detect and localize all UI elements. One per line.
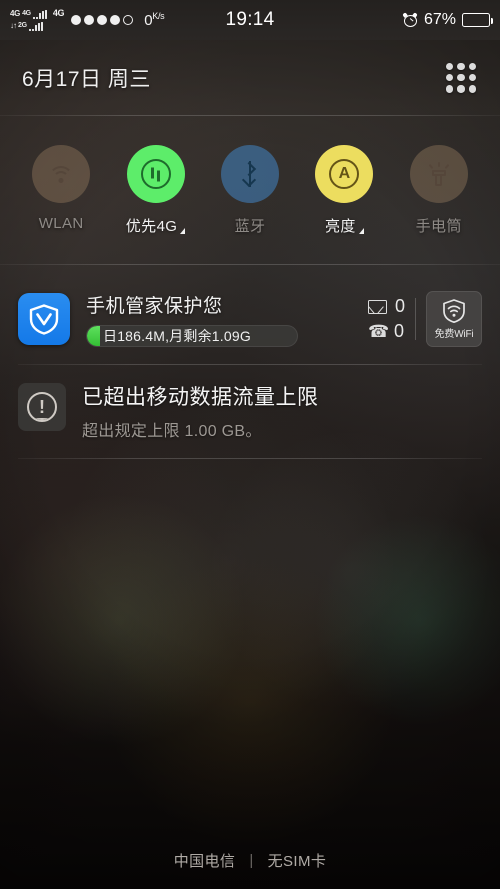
free-wifi-button[interactable]: 免费WiFi — [426, 291, 482, 347]
toggles-divider — [0, 264, 500, 265]
notification-body: 超出规定上限 1.00 GB。 — [82, 423, 262, 440]
sim1-network-label-2: 4G — [22, 10, 31, 17]
flashlight-toggle-circle[interactable] — [409, 145, 468, 203]
sim1-network-label: 4G — [10, 9, 21, 18]
data-usage-label: 日186.4M,月剩余1.09G — [103, 328, 251, 344]
toggle-mobile-data-text: 优先4G — [125, 218, 178, 235]
network-speed-unit: K/s — [152, 11, 165, 21]
sim1-signal-bars — [32, 10, 47, 19]
date-label: 6月17日 周三 — [22, 67, 151, 91]
toggle-label-brightness: 亮度 — [325, 215, 364, 236]
mobile-data-icon — [140, 159, 171, 189]
security-manager-card[interactable]: 手机管家保护您 日186.4M,月剩余1.09G 0 ☎ 0 免费WiFi — [0, 278, 500, 360]
toggle-brightness[interactable]: A 亮度 — [301, 145, 387, 236]
notification-title: 已超出移动数据流量上限 — [82, 386, 319, 409]
card-vertical-divider — [415, 298, 416, 340]
carrier-name: 中国电信 — [173, 853, 236, 870]
sim2-signal-row: ↓↑ 2G — [10, 21, 47, 31]
network-speed-indicator: 0K/s — [144, 11, 164, 29]
toggle-mobile-data[interactable]: 优先4G — [113, 145, 199, 236]
dual-sim-signal-indicator: 4G 4G ↓↑ 2G — [10, 9, 47, 31]
quick-settings-toggles: WLAN 优先4G 蓝牙 A 亮度 手电筒 — [0, 125, 500, 260]
sim1-signal-row: 4G 4G — [10, 9, 47, 19]
message-call-counters: 0 ☎ 0 — [367, 296, 405, 342]
status-bar: 4G 4G ↓↑ 2G 4G 0K/s 19:14 67% — [0, 0, 500, 40]
header-divider — [0, 115, 500, 116]
brightness-toggle-circle[interactable]: A — [315, 145, 374, 203]
flashlight-icon — [428, 162, 450, 186]
bluetooth-toggle-circle[interactable] — [220, 145, 279, 203]
wifi-icon — [48, 164, 74, 184]
toggle-flashlight[interactable]: 手电筒 — [396, 145, 482, 236]
status-bar-right: 67% — [402, 11, 493, 29]
alert-exclamation-icon: ! — [18, 383, 66, 431]
phone-icon: ☎ — [367, 321, 390, 341]
signal-dots-indicator — [71, 15, 134, 25]
toggle-label-flashlight: 手电筒 — [416, 215, 462, 236]
tencent-manager-shield-icon — [18, 293, 70, 345]
battery-percentage-label: 67% — [423, 11, 456, 28]
carrier-status-footer: 中国电信 | 无SIM卡 — [0, 850, 500, 871]
toggle-bluetooth[interactable]: 蓝牙 — [207, 145, 293, 236]
free-wifi-label: 免费WiFi — [434, 329, 474, 340]
notification-item-data-limit[interactable]: ! 已超出移动数据流量上限 超出规定上限 1.00 GB。 — [0, 375, 500, 453]
wifi-shield-icon — [443, 299, 465, 324]
brightness-auto-icon: A — [329, 159, 360, 189]
mobile-data-toggle-circle[interactable] — [126, 145, 185, 203]
unread-messages-row[interactable]: 0 — [367, 296, 405, 317]
footer-separator: | — [249, 852, 254, 869]
bluetooth-icon — [241, 161, 259, 187]
battery-icon — [462, 13, 493, 27]
toggle-label-bluetooth: 蓝牙 — [235, 215, 266, 236]
network-badge-label: 4G — [52, 8, 65, 18]
sim2-network-label: 2G — [18, 22, 27, 29]
alarm-clock-icon — [402, 11, 419, 28]
toggle-flashlight-text: 手电筒 — [415, 218, 462, 235]
wlan-toggle-circle[interactable] — [32, 145, 91, 203]
toggle-brightness-text: 亮度 — [324, 218, 356, 235]
missed-calls-row[interactable]: ☎ 0 — [368, 321, 405, 342]
notification-text-block: 已超出移动数据流量上限 超出规定上限 1.00 GB。 — [82, 379, 319, 441]
chevron-expand-icon[interactable] — [358, 228, 364, 234]
toggle-wlan[interactable]: WLAN — [18, 145, 104, 233]
chevron-expand-icon[interactable] — [180, 228, 186, 234]
security-card-divider — [18, 364, 482, 365]
notification-panel-header: 6月17日 周三 — [0, 40, 500, 115]
notification-divider — [18, 458, 482, 459]
toggle-bluetooth-text: 蓝牙 — [234, 218, 266, 235]
sim2-signal-bars — [28, 22, 43, 31]
status-bar-left: 4G 4G ↓↑ 2G 4G 0K/s — [10, 8, 165, 31]
toggle-label-wlan: WLAN — [39, 215, 84, 232]
unread-messages-count: 0 — [394, 296, 405, 316]
sim-status-label: 无SIM卡 — [267, 853, 327, 870]
app-grid-icon[interactable] — [444, 61, 478, 95]
data-usage-bar[interactable]: 日186.4M,月剩余1.09G — [86, 325, 298, 347]
missed-calls-count: 0 — [393, 321, 404, 341]
exclamation-circle-glyph: ! — [27, 392, 57, 422]
envelope-icon — [367, 299, 387, 314]
toggle-wlan-text: WLAN — [38, 215, 84, 232]
security-card-content: 手机管家保护您 日186.4M,月剩余1.09G — [86, 291, 358, 347]
data-transfer-arrows-icon: ↓↑ — [10, 21, 17, 30]
protection-title: 手机管家保护您 — [86, 296, 223, 317]
toggle-label-mobile-data: 优先4G — [126, 215, 186, 236]
